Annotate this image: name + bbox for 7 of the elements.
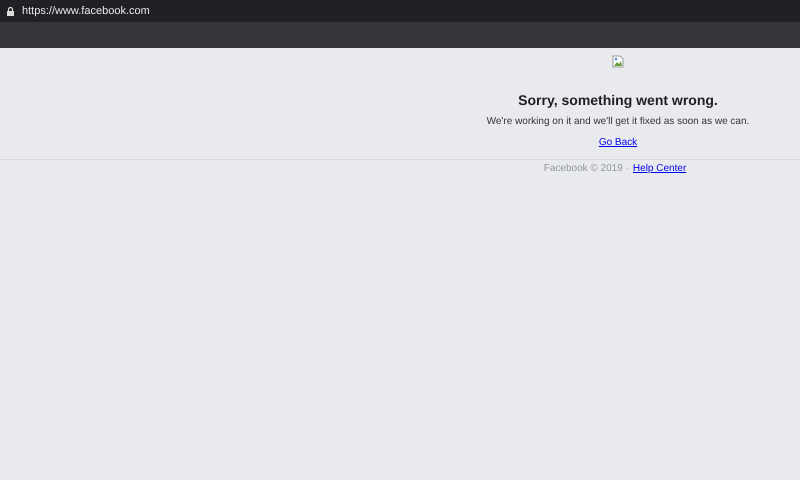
go-back-link[interactable]: Go Back <box>598 137 638 148</box>
address-url[interactable]: https://www.facebook.com <box>22 5 150 17</box>
copyright-text: Facebook © 2019 · <box>544 163 629 174</box>
error-message: We're working on it and we'll get it fixed as soon as we can. <box>486 116 750 127</box>
help-center-link[interactable]: Help Center <box>632 163 686 174</box>
error-heading: Sorry, something went wrong. <box>518 92 718 108</box>
broken-image-icon <box>612 55 624 68</box>
